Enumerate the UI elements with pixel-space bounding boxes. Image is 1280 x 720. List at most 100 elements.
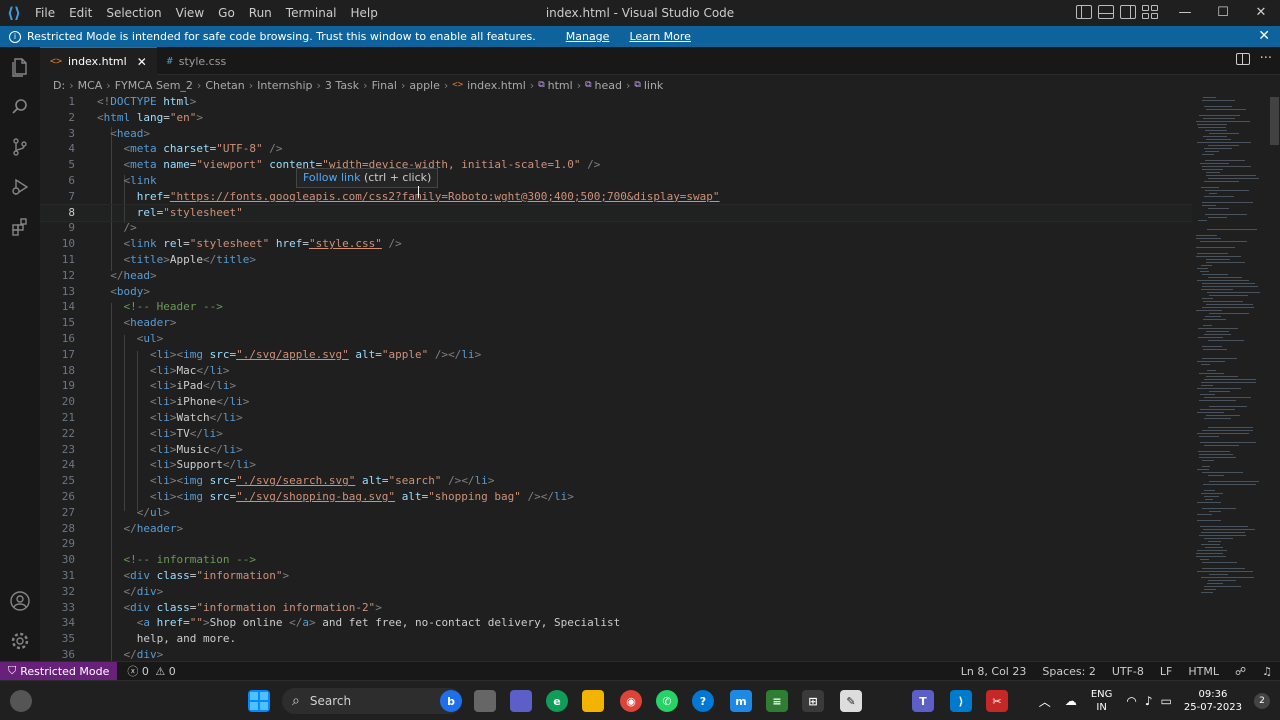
task-view-icon[interactable] (474, 690, 496, 712)
breadcrumb-item[interactable]: MCA (78, 79, 103, 92)
code-line[interactable]: 15 <header> (40, 315, 1192, 331)
settings-gear-icon[interactable] (8, 629, 32, 653)
chevron-up-icon[interactable]: ︿ (1039, 693, 1051, 710)
menu-help[interactable]: Help (344, 0, 385, 26)
code-line[interactable]: 12 </head> (40, 268, 1192, 284)
code-line[interactable]: 9 /> (40, 220, 1192, 236)
tab-style-css[interactable]: # style.css (157, 47, 236, 75)
notification-badge[interactable]: 2 (1254, 693, 1270, 709)
minimize-button[interactable]: — (1166, 0, 1204, 26)
code-line[interactable]: 14 <!-- Header --> (40, 299, 1192, 315)
menu-run[interactable]: Run (242, 0, 279, 26)
code-line[interactable]: 26 <li><img src="./svg/shopping-bag.svg"… (40, 489, 1192, 505)
snipping-tool-icon[interactable]: ✂ (986, 690, 1008, 712)
code-line[interactable]: 11 <title>Apple</title> (40, 252, 1192, 268)
code-line[interactable]: 16 <ul> (40, 331, 1192, 347)
breadcrumb-item[interactable]: Chetan (205, 79, 244, 92)
breadcrumb-item[interactable]: Final (372, 79, 397, 92)
notepad-icon[interactable]: ≡ (766, 690, 788, 712)
language-indicator[interactable]: ENG IN (1091, 688, 1113, 714)
bing-icon[interactable]: b (440, 690, 462, 712)
vertical-scrollbar[interactable] (1268, 95, 1280, 661)
code-line[interactable]: 36 </div> (40, 647, 1192, 661)
split-editor-icon[interactable] (1236, 53, 1250, 65)
manage-link[interactable]: Manage (566, 30, 610, 43)
code-line[interactable]: 6 <link (40, 173, 1192, 189)
code-line[interactable]: 2 <html lang="en"> (40, 110, 1192, 126)
store-icon[interactable]: ⊞ (802, 690, 824, 712)
breadcrumb-item[interactable]: head (595, 79, 622, 92)
source-control-icon[interactable] (8, 135, 32, 159)
mysql-icon[interactable]: m (730, 690, 752, 712)
code-line[interactable]: 32 </div> (40, 584, 1192, 600)
code-line[interactable]: 18 <li>Mac</li> (40, 363, 1192, 379)
toggle-secondary-sidebar-icon[interactable] (1120, 5, 1136, 19)
code-line[interactable]: 13 <body> (40, 284, 1192, 300)
breadcrumb-item[interactable]: html (548, 79, 573, 92)
close-tab-icon[interactable]: ✕ (137, 55, 147, 69)
menu-terminal[interactable]: Terminal (279, 0, 344, 26)
code-line[interactable]: 28 </header> (40, 521, 1192, 537)
code-line[interactable]: 23 <li>Music</li> (40, 442, 1192, 458)
code-line[interactable]: 22 <li>TV</li> (40, 426, 1192, 442)
teams-chat-icon[interactable] (510, 690, 532, 712)
code-line[interactable]: 5 <meta name="viewport" content="width=d… (40, 157, 1192, 173)
file-encoding[interactable]: UTF-8 (1112, 665, 1144, 678)
minimap[interactable] (1192, 95, 1268, 661)
extensions-icon[interactable] (8, 215, 32, 239)
help-app-icon[interactable]: ? (692, 690, 714, 712)
code-line[interactable]: 17 <li><img src="./svg/apple.svg" alt="a… (40, 347, 1192, 363)
code-line[interactable]: 4 <meta charset="UTF-8" /> (40, 141, 1192, 157)
code-line[interactable]: 27 </ul> (40, 505, 1192, 521)
document-app-icon[interactable]: ✎ (840, 690, 862, 712)
teams-icon[interactable]: T (912, 690, 934, 712)
breadcrumb-item[interactable]: D: (53, 79, 65, 92)
menu-view[interactable]: View (169, 0, 211, 26)
more-actions-icon[interactable]: ··· (1260, 51, 1272, 66)
code-line[interactable]: 34 <a href="">Shop online </a> and fet f… (40, 615, 1192, 631)
file-explorer-icon[interactable] (582, 690, 604, 712)
end-of-line[interactable]: LF (1160, 665, 1172, 678)
code-line[interactable]: 33 <div class="information information-2… (40, 600, 1192, 616)
code-editor[interactable]: 1 <!DOCTYPE html> 2 <html lang="en"> 3 <head… (40, 95, 1192, 661)
breadcrumb-item[interactable]: index.html (467, 79, 526, 92)
code-line[interactable]: 29 (40, 536, 1192, 552)
clock[interactable]: 09:36 25-07-2023 (1184, 688, 1242, 714)
code-line[interactable]: 10 <link rel="stylesheet" href="style.cs… (40, 236, 1192, 252)
menu-selection[interactable]: Selection (99, 0, 168, 26)
menu-edit[interactable]: Edit (62, 0, 99, 26)
tab-index-html[interactable]: <> index.html ✕ (40, 47, 157, 75)
breadcrumb-item[interactable]: 3 Task (325, 79, 359, 92)
run-debug-icon[interactable] (8, 175, 32, 199)
whatsapp-icon[interactable]: ✆ (656, 690, 678, 712)
scrollbar-thumb[interactable] (1270, 97, 1279, 145)
breadcrumb-item[interactable]: link (644, 79, 663, 92)
code-line[interactable]: 24 <li>Support</li> (40, 457, 1192, 473)
code-line[interactable]: 7 href="https://fonts.googleapis.com/css… (40, 189, 1192, 205)
taskbar-search[interactable]: ⌕ Search (282, 688, 462, 714)
code-line[interactable]: 31 <div class="information"> (40, 568, 1192, 584)
edge-browser-icon[interactable]: e (546, 690, 568, 712)
feedback-icon[interactable]: ☍ (1235, 665, 1246, 678)
vscode-taskbar-icon[interactable]: ⟩ (950, 690, 972, 712)
maximize-button[interactable]: ☐ (1204, 0, 1242, 26)
volume-icon[interactable]: ♪ (1145, 694, 1153, 708)
language-mode[interactable]: HTML (1188, 665, 1219, 678)
code-line[interactable]: 21 <li>Watch</li> (40, 410, 1192, 426)
code-line[interactable]: 19 <li>iPad</li> (40, 378, 1192, 394)
breadcrumb-item[interactable]: Internship (257, 79, 312, 92)
close-banner-icon[interactable]: ✕ (1258, 28, 1270, 44)
weather-widget-icon[interactable] (10, 690, 32, 712)
indentation[interactable]: Spaces: 2 (1042, 665, 1095, 678)
wifi-icon[interactable]: ◠ (1126, 694, 1136, 708)
cloud-icon[interactable]: ☁ (1065, 694, 1077, 708)
problems-indicator[interactable]: ⓧ 0 ⚠ 0 (127, 663, 175, 679)
battery-icon[interactable]: ▭ (1161, 694, 1172, 708)
code-line[interactable]: 1 <!DOCTYPE html> (40, 95, 1192, 110)
code-line[interactable]: 8 rel="stylesheet" (40, 203, 1192, 222)
windows-start-icon[interactable] (248, 690, 270, 712)
toggle-panel-icon[interactable] (1098, 5, 1114, 19)
code-line[interactable]: 35 help, and more. (40, 631, 1192, 647)
code-line[interactable]: 3 <head> (40, 126, 1192, 142)
menu-go[interactable]: Go (211, 0, 242, 26)
